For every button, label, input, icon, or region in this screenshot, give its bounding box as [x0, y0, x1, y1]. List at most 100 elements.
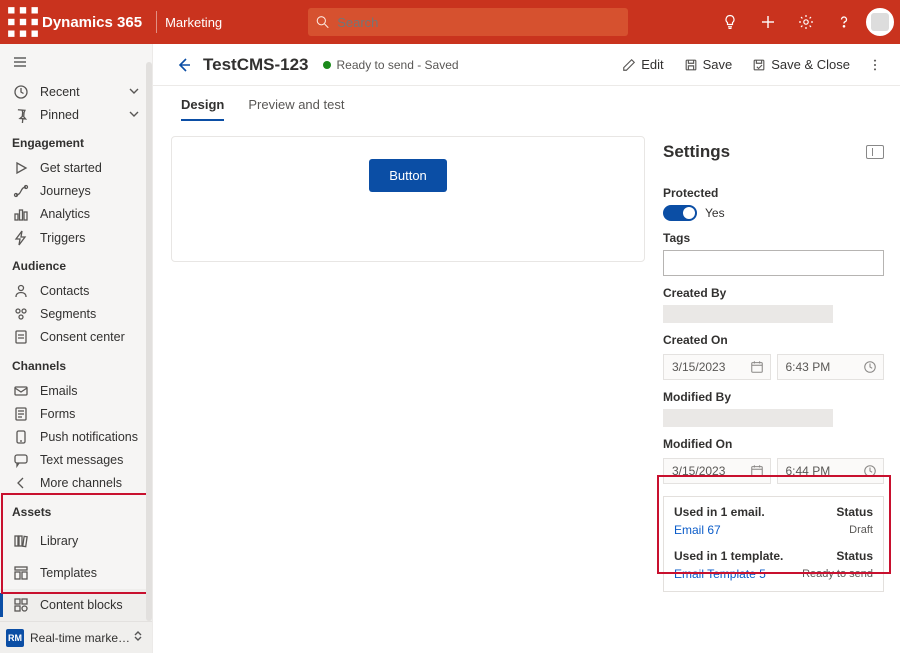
sidebar-item-consent[interactable]: Consent center [0, 326, 152, 349]
calendar-icon [750, 360, 764, 377]
sidebar-section-assets: Assets [0, 495, 152, 525]
email-link[interactable]: Email 67 [674, 523, 721, 537]
sidebar-item-segments[interactable]: Segments [0, 303, 152, 326]
tags-input[interactable] [663, 250, 884, 276]
brand-name: Dynamics 365 [40, 14, 150, 31]
created-by-label: Created By [663, 286, 884, 300]
sidebar-item-templates[interactable]: Templates [0, 557, 152, 589]
gear-icon[interactable] [790, 6, 822, 38]
panel-layout-icon[interactable] [866, 145, 884, 159]
protected-toggle[interactable] [663, 205, 697, 221]
app-launcher-icon[interactable] [6, 0, 40, 44]
sidebar-item-label: More channels [40, 476, 142, 490]
journey-icon [12, 182, 30, 200]
chevron-down-icon [128, 108, 142, 122]
avatar[interactable] [866, 8, 894, 36]
status-text: Ready to send - Saved [337, 58, 459, 72]
sidebar-item-recent[interactable]: Recent [0, 80, 152, 103]
sidebar-item-content-blocks[interactable]: Content blocks [0, 589, 152, 621]
product-name[interactable]: Marketing [163, 15, 222, 30]
sidebar-section-audience: Audience [0, 249, 152, 279]
modified-by-label: Modified By [663, 390, 884, 404]
sidebar-item-pinned[interactable]: Pinned [0, 103, 152, 126]
sidebar-item-label: Triggers [40, 231, 142, 245]
blocks-icon [12, 596, 30, 614]
sidebar-item-label: Recent [40, 85, 128, 99]
canvas: Button [171, 136, 645, 653]
sidebar-item-label: Library [40, 534, 142, 548]
consent-icon [12, 328, 30, 346]
page: TestCMS-123 Ready to send - Saved Edit S… [153, 44, 900, 653]
tags-label: Tags [663, 231, 884, 245]
usage-panel: Used in 1 email. Status Email 67 Draft U… [663, 496, 884, 592]
template-link[interactable]: Email Template 5 [674, 567, 766, 581]
sidebar-toggle-icon[interactable] [0, 44, 40, 80]
sidebar-item-label: Emails [40, 384, 142, 398]
pin-icon [12, 106, 30, 124]
sidebar-item-label: Forms [40, 407, 142, 421]
save-close-label: Save & Close [771, 57, 850, 72]
mail-icon [12, 382, 30, 400]
content-button[interactable]: Button [369, 159, 447, 192]
sidebar-item-label: Segments [40, 307, 142, 321]
overflow-icon[interactable] [862, 52, 888, 78]
sidebar-item-forms[interactable]: Forms [0, 402, 152, 425]
sidebar-item-library[interactable]: Library [0, 525, 152, 557]
modified-on-label: Modified On [663, 437, 884, 451]
idea-icon[interactable] [714, 6, 746, 38]
save-icon [684, 58, 698, 72]
contact-icon [12, 282, 30, 300]
sidebar-section-engagement: Engagement [0, 126, 152, 156]
search-input[interactable] [335, 14, 620, 31]
created-on-label: Created On [663, 333, 884, 347]
sidebar-item-push[interactable]: Push notifications [0, 425, 152, 448]
sms-icon [12, 451, 30, 469]
tab-preview[interactable]: Preview and test [248, 89, 344, 120]
add-icon[interactable] [752, 6, 784, 38]
area-picker[interactable]: RM Real-time marketi... [0, 621, 152, 653]
clock-icon [12, 83, 30, 101]
help-icon[interactable] [828, 6, 860, 38]
updown-icon [132, 630, 146, 645]
tab-bar: Design Preview and test [153, 86, 900, 124]
modified-on-time[interactable]: 6:44 PM [777, 458, 885, 484]
search-box[interactable] [308, 8, 628, 36]
sidebar-item-contacts[interactable]: Contacts [0, 279, 152, 302]
created-on-date[interactable]: 3/15/2023 [663, 354, 771, 380]
back-button[interactable] [171, 52, 197, 78]
canvas-card[interactable]: Button [171, 136, 645, 262]
chevron-left-icon [12, 474, 30, 492]
save-close-button[interactable]: Save & Close [744, 53, 858, 76]
area-badge: RM [6, 629, 24, 647]
edit-label: Edit [641, 57, 663, 72]
push-icon [12, 428, 30, 446]
save-button[interactable]: Save [676, 53, 741, 76]
sidebar-item-get-started[interactable]: Get started [0, 156, 152, 179]
chevron-down-icon [128, 85, 142, 99]
sidebar-item-analytics[interactable]: Analytics [0, 203, 152, 226]
tab-design[interactable]: Design [181, 89, 224, 120]
status-header: Status [836, 505, 873, 519]
sidebar-item-emails[interactable]: Emails [0, 379, 152, 402]
library-icon [12, 532, 30, 550]
play-icon [12, 159, 30, 177]
save-close-icon [752, 58, 766, 72]
segment-icon [12, 305, 30, 323]
modified-on-date[interactable]: 3/15/2023 [663, 458, 771, 484]
sidebar-section-channels: Channels [0, 349, 152, 379]
calendar-icon [750, 464, 764, 481]
edit-button[interactable]: Edit [614, 53, 671, 76]
area-label: Real-time marketi... [30, 631, 132, 645]
sidebar-item-more-channels[interactable]: More channels [0, 472, 152, 495]
analytics-icon [12, 205, 30, 223]
sidebar-item-text[interactable]: Text messages [0, 449, 152, 472]
used-in-email-label: Used in 1 email. [674, 505, 765, 519]
sidebar-item-label: Analytics [40, 207, 142, 221]
email-status: Draft [849, 524, 873, 536]
sidebar-item-journeys[interactable]: Journeys [0, 180, 152, 203]
sidebar-item-triggers[interactable]: Triggers [0, 226, 152, 249]
sidebar-scrollbar[interactable] [146, 62, 152, 621]
created-on-time[interactable]: 6:43 PM [777, 354, 885, 380]
form-icon [12, 405, 30, 423]
protected-value: Yes [705, 206, 725, 220]
